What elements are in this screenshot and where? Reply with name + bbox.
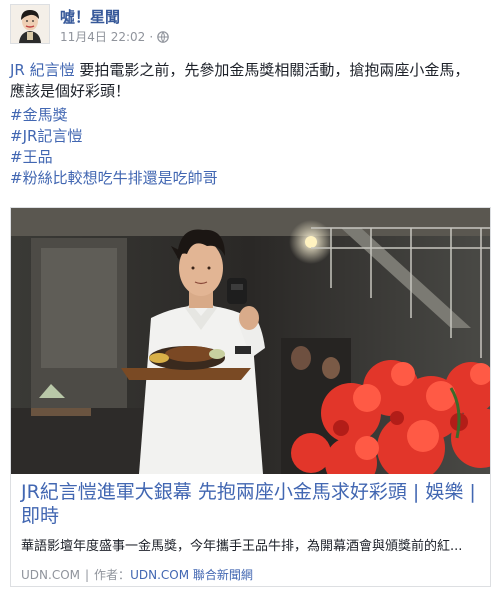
source-domain: UDN.COM — [21, 568, 80, 582]
post-header: 噓！星聞 11月4日 22:02 · — [10, 4, 490, 50]
hashtag-link[interactable]: #粉絲比較想吃牛排還是吃帥哥 — [10, 168, 218, 189]
post-text-line-2: 應該是個好彩頭！ — [10, 82, 131, 100]
source-separator: | — [85, 568, 90, 582]
meta-separator: · — [149, 30, 154, 44]
globe-icon[interactable] — [157, 31, 169, 46]
hashtag-link[interactable]: #王品 — [10, 147, 218, 168]
link-title[interactable]: JR紀言愷進軍大銀幕 先抱兩座小金馬求好彩頭 | 娛樂 | 即時 — [21, 480, 481, 528]
author-label: 作者： — [94, 568, 131, 582]
page-name-link[interactable]: 噓！星聞 — [60, 6, 120, 27]
mention-link[interactable]: JR 紀言愷 — [10, 61, 75, 79]
link-preview-image[interactable] — [11, 208, 490, 474]
hashtag-list: #金馬獎 #JR記言愷 #王品 #粉絲比較想吃牛排還是吃帥哥 — [10, 105, 218, 189]
post-meta: 11月4日 22:02 · — [60, 28, 169, 46]
post-body: JR 紀言愷 要拍電影之前，先參加金馬獎相關活動，搶抱兩座小金馬， 應該是個好彩… — [10, 60, 492, 102]
author-link[interactable]: UDN.COM 聯合新聞網 — [130, 568, 253, 582]
link-description: 華語影壇年度盛事一金馬獎，今年攜手王品牛排，為開幕酒會與頒獎前的紅... — [21, 539, 463, 554]
hashtag-link[interactable]: #金馬獎 — [10, 105, 218, 126]
link-source: UDN.COM | 作者：UDN.COM 聯合新聞網 — [21, 566, 483, 583]
post-text-line-1: JR 紀言愷 要拍電影之前，先參加金馬獎相關活動，搶抱兩座小金馬， — [10, 60, 492, 81]
post-timestamp[interactable]: 11月4日 22:02 — [60, 30, 145, 44]
link-preview-card[interactable]: JR紀言愷進軍大銀幕 先抱兩座小金馬求好彩頭 | 娛樂 | 即時 華語影壇年度盛… — [10, 207, 491, 587]
hashtag-link[interactable]: #JR記言愷 — [10, 126, 218, 147]
post-text-rest: 要拍電影之前，先參加金馬獎相關活動，搶抱兩座小金馬， — [74, 61, 470, 79]
page-avatar[interactable] — [10, 4, 50, 44]
